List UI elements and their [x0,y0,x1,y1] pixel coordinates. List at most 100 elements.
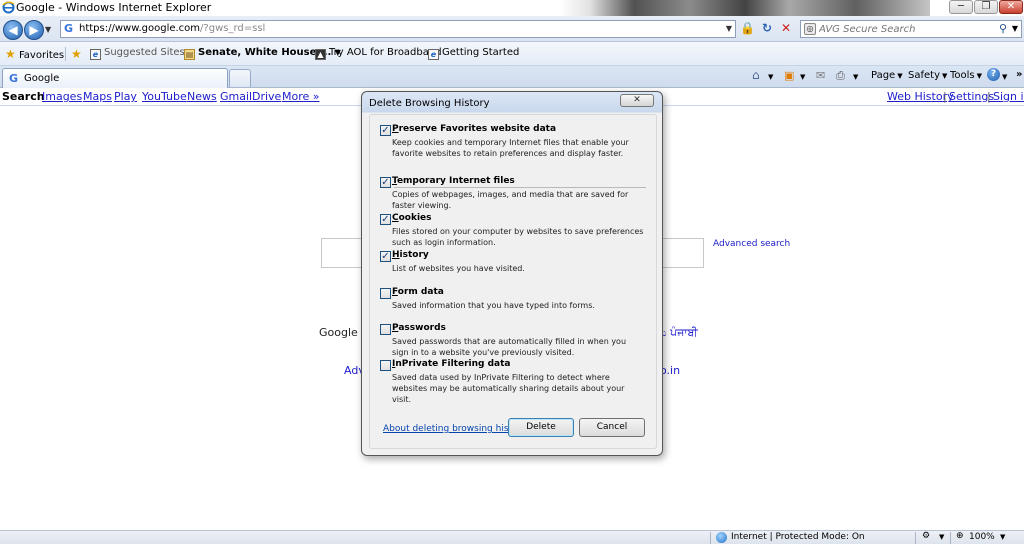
option-description: Saved passwords that are automatically f… [392,337,627,357]
chevron-down-icon[interactable]: ▼ [768,73,773,81]
address-dropdown-icon[interactable]: ▼ [726,24,732,33]
ie-page-icon: e [90,49,101,60]
chevron-down-icon: ▼ [976,72,983,80]
nav-link-youtube[interactable]: YouTube [142,90,187,103]
internet-zone-icon [716,532,727,543]
more-commands-icon[interactable]: » [1016,69,1022,80]
chevron-down-icon[interactable]: ▼ [853,73,858,81]
option-description: Saved information that you have typed in… [392,301,595,310]
tab-google[interactable]: G Google [2,68,228,88]
close-window-button[interactable]: ✕ [999,0,1023,14]
separator [950,532,951,544]
favorites-button[interactable]: ★ Favorites [5,47,64,61]
google-favicon-icon: G [64,22,74,35]
passwords-checkbox[interactable] [380,324,391,335]
home-icon[interactable]: ⌂ [752,68,760,82]
google-favicon-icon: G [9,72,19,85]
option-description: Copies of webpages, images, and media th… [392,190,629,210]
chevron-down-icon: ▼ [897,72,903,80]
favorites-star-icon: ★ [5,47,16,61]
dialog-title: Delete Browsing History [369,98,490,109]
history-checkbox[interactable]: ✓ [380,251,391,262]
zoom-level[interactable]: 100% [969,532,995,542]
chevron-down-icon[interactable]: ▼ [800,73,805,81]
nav-link-sign-in[interactable]: Sign in [993,90,1024,103]
fav-item-suggested-sites[interactable]: e Suggested Sites ▾ [90,47,193,60]
nav-link-news[interactable]: News [187,90,217,103]
stop-icon[interactable]: ✕ [781,21,791,35]
chevron-down-icon[interactable]: ▼ [939,533,944,541]
option-name: Preserve Favorites website data [392,124,557,134]
separator [710,532,711,544]
folder-icon: ▤ [184,49,195,60]
about-deleting-history-link[interactable]: About deleting browsing history [383,424,527,434]
avg-icon: ◎ [804,23,816,35]
advanced-search-link[interactable]: Advanced search [713,239,790,249]
separator [65,47,66,61]
nav-link-more[interactable]: More » [282,90,320,103]
help-icon[interactable]: ? [987,68,1000,81]
minimize-button[interactable]: ─ [949,0,973,14]
ie-page-icon: e [428,49,439,60]
search-input[interactable] [819,23,995,36]
chevron-down-icon: ▼ [942,72,948,80]
forward-button[interactable]: ▶ [24,20,44,40]
safety-menu[interactable]: Safety ▼ [908,70,947,81]
nav-separator: | [987,90,991,103]
fav-item-try-aol[interactable]: ▲ Try AOL for Broadband [315,47,442,60]
search-box[interactable]: ◎ ⚲ ▼ [800,20,1022,38]
cancel-button[interactable]: Cancel [579,418,645,437]
print-icon[interactable]: ⎙ [836,69,845,83]
address-bar[interactable]: G https://www.google.com/?gws_rd=ssl ▼ [60,20,736,38]
aol-icon: ▲ [315,49,326,60]
option-name: Form data [392,287,444,297]
nav-link-play[interactable]: Play [114,90,137,103]
search-icon[interactable]: ⚲ [999,22,1007,35]
tools-menu[interactable]: Tools ▼ [950,70,982,81]
protected-mode-settings-icon[interactable]: ⚙ [922,531,930,541]
preserve-favorites-checkbox[interactable]: ✓ [380,125,391,136]
delete-button[interactable]: Delete [508,418,574,437]
add-to-favorites-bar-icon[interactable]: ★ [71,47,82,61]
form-data-checkbox[interactable] [380,288,391,299]
nav-link-images[interactable]: Images [42,90,82,103]
new-tab-button[interactable] [229,69,251,87]
dialog-close-button[interactable]: ✕ [620,94,654,107]
zoom-icon[interactable]: ⊕ [956,531,964,541]
tab-row: G Google ⌂ ▼ ▣ ▼ ✉ ⎙ ▼ Page ▼ Safety ▼ Too… [0,66,1024,88]
recent-pages-dropdown-icon[interactable]: ▼ [45,25,51,34]
nav-link-gmail[interactable]: Gmail [220,90,252,103]
refresh-icon[interactable]: ↻ [762,21,772,35]
search-options-dropdown-icon[interactable]: ▼ [1012,24,1018,33]
option-description: Files stored on your computer by website… [392,227,644,247]
security-zone-text[interactable]: Internet | Protected Mode: On [731,532,865,542]
nav-link-drive[interactable]: Drive [252,90,281,103]
temporary-internet-files-checkbox[interactable]: ✓ [380,177,391,188]
inprivate-filtering-checkbox[interactable] [380,360,391,371]
option-description: Keep cookies and temporary Internet file… [392,138,629,158]
address-row: ◀ ▶ ▼ G https://www.google.com/?gws_rd=s… [0,16,1024,42]
close-icon: ✕ [633,95,641,105]
nav-search-current: Search [2,90,45,103]
read-mail-icon[interactable]: ✉ [816,69,825,82]
separator [915,532,916,544]
page-menu[interactable]: Page ▼ [871,70,903,81]
favorites-bar: ★ Favorites ★ e Suggested Sites ▾ ▤ Senate… [0,42,1024,66]
back-button[interactable]: ◀ [3,20,23,40]
cookies-checkbox[interactable]: ✓ [380,214,391,225]
option-name: InPrivate Filtering data [392,359,511,369]
google-domain-link[interactable]: o.in [660,364,680,377]
fav-item-getting-started[interactable]: e Getting Started [428,47,519,60]
dialog-divider [394,187,646,188]
feeds-icon[interactable]: ▣ [784,69,794,82]
lock-icon[interactable]: 🔒 [740,21,755,35]
url-text[interactable]: https://www.google.com/?gws_rd=ssl [79,23,265,34]
tab-label: Google [24,73,60,84]
chevron-down-icon[interactable]: ▼ [1000,533,1005,541]
restore-button[interactable]: ❐ [974,0,998,14]
delete-browsing-history-dialog: Delete Browsing History ✕ ✓ Preserve Fav… [361,91,663,456]
nav-link-maps[interactable]: Maps [83,90,112,103]
option-description: Saved data used by InPrivate Filtering t… [392,373,625,404]
background-window-strip [560,0,930,16]
chevron-down-icon[interactable]: ▼ [1002,73,1007,81]
